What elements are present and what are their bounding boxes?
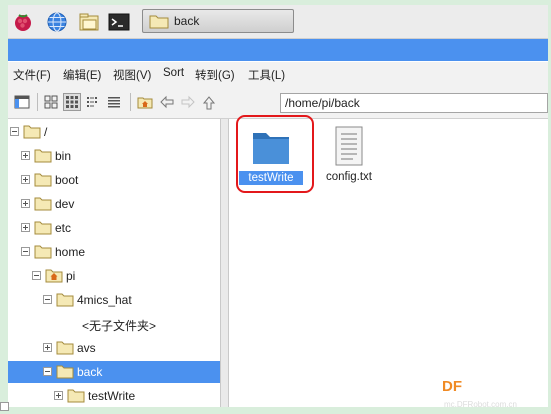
tree-item[interactable]: testWrite bbox=[8, 385, 220, 407]
tree-item-label: pi bbox=[66, 269, 76, 283]
task-button-back[interactable]: back bbox=[142, 9, 294, 33]
expand-toggle-icon[interactable] bbox=[21, 199, 30, 208]
watermark-logo: DF mc.DFRobot.com.cn bbox=[442, 378, 517, 409]
folder-icon bbox=[34, 221, 52, 235]
sidepane-icon[interactable] bbox=[14, 94, 30, 110]
tree-item-label: back bbox=[77, 365, 103, 379]
expand-toggle-icon[interactable] bbox=[21, 151, 30, 160]
folder-icon bbox=[23, 125, 41, 139]
terminal-icon[interactable] bbox=[108, 11, 130, 33]
collapse-toggle-icon[interactable] bbox=[21, 247, 30, 256]
expand-toggle-icon[interactable] bbox=[21, 175, 30, 184]
folder-icon bbox=[34, 149, 52, 163]
file-manager-window: back 文件(F) 编辑(E) 视图(V) Sort 转到(G) 工具(L) bbox=[8, 5, 548, 409]
file-manager-icon[interactable] bbox=[78, 11, 100, 33]
tree-item-label: bin bbox=[55, 149, 72, 163]
pane-splitter[interactable] bbox=[220, 119, 229, 407]
collapse-toggle-icon[interactable] bbox=[10, 127, 19, 136]
status-indicator bbox=[0, 402, 9, 411]
svg-text:mc.DFRobot.com.cn: mc.DFRobot.com.cn bbox=[444, 400, 517, 409]
menu-tools[interactable]: 工具(L) bbox=[248, 67, 285, 83]
folder-icon bbox=[149, 15, 169, 29]
tree-item[interactable]: etc bbox=[8, 217, 220, 239]
tree-item-label: <无子文件夹> bbox=[82, 319, 157, 333]
list-view-icon[interactable] bbox=[106, 94, 122, 110]
globe-icon[interactable] bbox=[46, 11, 68, 33]
tree-item-label: avs bbox=[77, 341, 96, 355]
folder-icon bbox=[67, 389, 85, 403]
collapse-toggle-icon[interactable] bbox=[43, 295, 52, 304]
tree-item-label: etc bbox=[55, 221, 72, 235]
tree-item[interactable]: back bbox=[8, 361, 220, 383]
tree-item-label: home bbox=[55, 245, 86, 259]
expand-toggle-icon[interactable] bbox=[21, 223, 30, 232]
svg-text:DF: DF bbox=[442, 378, 462, 395]
back-arrow-icon[interactable] bbox=[159, 94, 175, 110]
forward-arrow-icon[interactable] bbox=[180, 94, 196, 110]
task-button-label: back bbox=[174, 14, 200, 28]
tree-item-label: / bbox=[44, 125, 48, 139]
toolbar-separator bbox=[130, 93, 131, 111]
menu-go[interactable]: 转到(G) bbox=[195, 67, 235, 83]
tree-item[interactable]: dev bbox=[8, 193, 220, 215]
menubar: 文件(F) 编辑(E) 视图(V) Sort 转到(G) 工具(L) bbox=[8, 62, 548, 86]
highlight-annotation bbox=[236, 115, 314, 193]
collapse-toggle-icon[interactable] bbox=[43, 367, 52, 376]
expand-toggle-icon[interactable] bbox=[43, 343, 52, 352]
tree-item[interactable]: <无子文件夹> bbox=[8, 313, 220, 335]
tree-item[interactable]: boot bbox=[8, 169, 220, 191]
tree-item[interactable]: bin bbox=[8, 145, 220, 167]
tree-item[interactable]: pi bbox=[8, 265, 220, 287]
text-file-icon bbox=[335, 126, 363, 166]
up-arrow-icon[interactable] bbox=[201, 94, 217, 110]
tree-item-label: testWrite bbox=[88, 389, 136, 403]
tree-item-label: 4mics_hat bbox=[77, 293, 132, 307]
folder-icon bbox=[56, 293, 74, 307]
menu-edit[interactable]: 编辑(E) bbox=[63, 67, 101, 83]
toolbar-separator bbox=[37, 93, 38, 111]
menu-file[interactable]: 文件(F) bbox=[13, 67, 51, 83]
collapse-toggle-icon[interactable] bbox=[32, 271, 41, 280]
folder-icon bbox=[34, 173, 52, 187]
tree-item-label: boot bbox=[55, 173, 79, 187]
directory-tree: / bin boot dev etc home pi 4mics_hat <无子文件夹> avs b… bbox=[8, 119, 220, 407]
file-item-label: config.txt bbox=[325, 171, 373, 183]
menu-view[interactable]: 视图(V) bbox=[113, 67, 151, 83]
folder-icon bbox=[56, 341, 74, 355]
tree-item[interactable]: avs bbox=[8, 337, 220, 359]
icon-view-icon[interactable] bbox=[43, 94, 59, 110]
home-folder-icon[interactable] bbox=[137, 94, 153, 110]
tree-item[interactable]: 4mics_hat bbox=[8, 289, 220, 311]
raspberry-icon[interactable] bbox=[12, 11, 34, 33]
taskbar: back bbox=[8, 5, 548, 39]
tree-item[interactable]: / bbox=[8, 121, 220, 143]
compact-view-icon[interactable] bbox=[85, 94, 101, 110]
home-folder-icon bbox=[45, 269, 63, 283]
folder-icon bbox=[56, 365, 74, 379]
expand-toggle-icon[interactable] bbox=[54, 391, 63, 400]
menu-sort[interactable]: Sort bbox=[163, 67, 184, 79]
window-titlebar[interactable] bbox=[8, 39, 548, 61]
tree-item-label: dev bbox=[55, 197, 75, 211]
tree-item[interactable]: home bbox=[8, 241, 220, 263]
folder-icon bbox=[34, 197, 52, 211]
thumbnail-view-icon[interactable] bbox=[63, 93, 81, 111]
path-input[interactable]: /home/pi/back bbox=[280, 93, 548, 113]
folder-icon bbox=[34, 245, 52, 259]
